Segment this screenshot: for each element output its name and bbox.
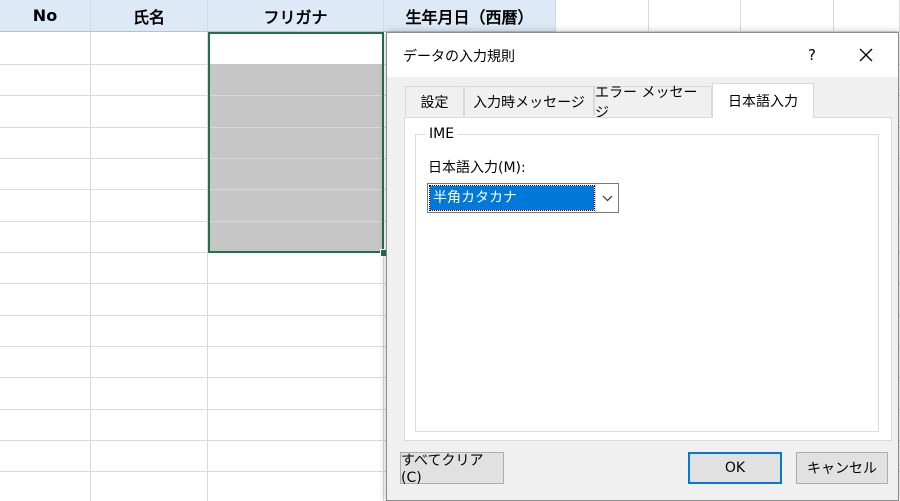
column-header-name[interactable]: 氏名 [91,0,208,32]
chevron-down-icon [602,195,612,201]
ime-mode-select[interactable]: 半角カタカナ [427,183,619,213]
column-header-empty[interactable] [834,0,900,32]
ime-mode-label: 日本語入力(M): [428,160,526,176]
ime-group-legend: IME [426,126,458,142]
close-icon [859,48,873,62]
close-button[interactable] [849,41,883,69]
selection-range-border [208,32,384,253]
tab-input-message[interactable]: 入力時メッセージ [464,86,594,116]
data-validation-dialog: データの入力規則 ? 設定 入力時メッセージ エラー メッセージ 日本語入力 I… [386,32,899,501]
dialog-title: データの入力規則 [403,49,515,65]
tab-settings[interactable]: 設定 [405,86,464,116]
dropdown-arrow[interactable] [595,184,618,212]
tab-error-alert[interactable]: エラー メッセージ [594,85,712,121]
column-header-empty[interactable] [741,0,834,32]
column-header-empty[interactable] [556,0,649,32]
cancel-button[interactable]: キャンセル [796,452,888,484]
column-header-birthdate[interactable]: 生年月日（西暦） [384,0,556,32]
ime-groupbox: IME 日本語入力(M): 半角カタカナ [415,126,879,432]
column-header-no[interactable]: No [0,0,91,32]
column-header-furigana[interactable]: フリガナ [208,0,384,32]
ime-mode-selected-value[interactable]: 半角カタカナ [429,185,595,211]
clear-all-button[interactable]: すべてクリア(C) [400,452,504,486]
column-header-empty[interactable] [649,0,741,32]
dialog-titlebar[interactable]: データの入力規則 ? [387,33,898,77]
tab-ime-mode[interactable]: 日本語入力 [712,83,814,118]
grid-line [90,32,91,501]
help-button[interactable]: ? [797,41,827,69]
tab-panel-ime: IME 日本語入力(M): 半角カタカナ [404,117,892,441]
ok-button[interactable]: OK [688,452,782,484]
